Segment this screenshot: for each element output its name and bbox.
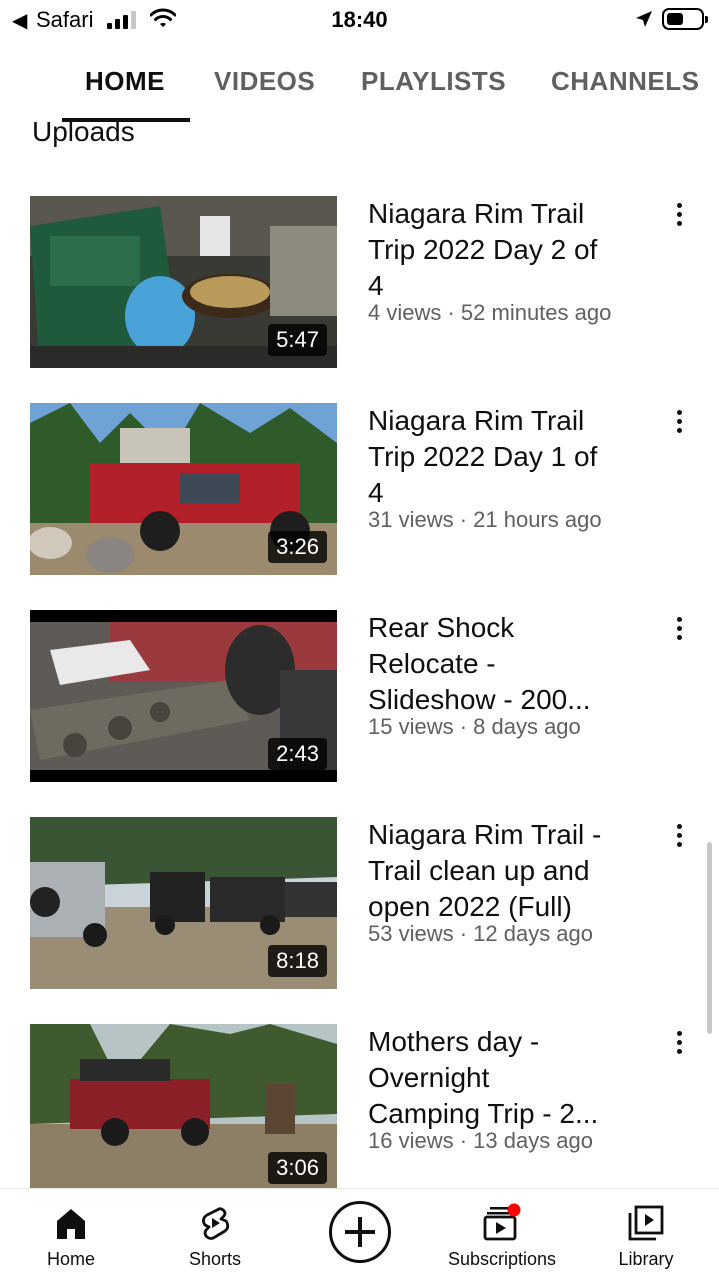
video-thumbnail[interactable]: 2:43 bbox=[30, 610, 337, 782]
video-duration: 5:47 bbox=[268, 324, 327, 356]
video-meta: 16 views · 13 days ago bbox=[368, 1128, 594, 1153]
status-bar: ◀ Safari 18:40 bbox=[0, 0, 719, 40]
video-item[interactable]: 3:06 Mothers day - Overnight Camping Tri… bbox=[0, 1024, 719, 1188]
home-icon bbox=[57, 1209, 85, 1239]
more-options-icon[interactable] bbox=[668, 821, 692, 851]
bottom-navigation: Home Shorts Subscriptions Library bbox=[0, 1188, 719, 1279]
nav-home-label: Home bbox=[46, 1249, 95, 1269]
video-item[interactable]: 5:47 Niagara Rim Trail Trip 2022 Day 2 o… bbox=[0, 196, 719, 376]
shorts-icon bbox=[202, 1207, 230, 1240]
video-thumbnail[interactable]: 5:47 bbox=[30, 196, 337, 368]
video-title[interactable]: Niagara Rim Trail Trip 2022 Day 2 of 4 bbox=[368, 196, 658, 304]
video-thumbnail[interactable]: 3:26 bbox=[30, 403, 337, 575]
library-icon bbox=[628, 1205, 664, 1241]
create-plus-icon[interactable] bbox=[329, 1201, 391, 1263]
video-item[interactable]: 8:18 Niagara Rim Trail - Trail clean up … bbox=[0, 817, 719, 997]
subscriptions-icon bbox=[483, 1203, 521, 1241]
video-duration: 2:43 bbox=[268, 738, 327, 770]
nav-subscriptions[interactable]: Subscriptions bbox=[440, 1189, 564, 1279]
video-title[interactable]: Mothers day - Overnight Camping Trip - 2… bbox=[368, 1024, 658, 1132]
video-meta: 4 views · 52 minutes ago bbox=[368, 300, 612, 325]
section-title: Uploads bbox=[32, 116, 135, 147]
video-item[interactable]: 3:26 Niagara Rim Trail Trip 2022 Day 1 o… bbox=[0, 403, 719, 583]
video-meta: 53 views · 12 days ago bbox=[368, 921, 594, 946]
more-options-icon[interactable] bbox=[668, 407, 692, 437]
battery-icon bbox=[662, 8, 708, 30]
more-options-icon[interactable] bbox=[668, 1028, 692, 1058]
video-item[interactable]: 2:43 Rear Shock Relocate - Slideshow - 2… bbox=[0, 610, 719, 790]
video-meta: 31 views · 21 hours ago bbox=[368, 507, 602, 532]
channel-tabs: HOME VIDEOS PLAYLISTS CHANNELS bbox=[0, 52, 719, 124]
tab-videos[interactable]: VIDEOS bbox=[214, 66, 315, 97]
clock: 18:40 bbox=[331, 7, 388, 32]
nav-library-label: Library bbox=[618, 1249, 674, 1269]
location-arrow-icon bbox=[636, 11, 652, 27]
video-duration: 3:06 bbox=[268, 1152, 327, 1184]
video-meta: 15 views · 8 days ago bbox=[368, 714, 581, 739]
nav-home[interactable]: Home bbox=[30, 1189, 112, 1279]
video-duration: 8:18 bbox=[268, 945, 327, 977]
scrollbar[interactable] bbox=[707, 842, 712, 1034]
video-thumbnail[interactable]: 8:18 bbox=[30, 817, 337, 989]
tab-home[interactable]: HOME bbox=[85, 66, 165, 97]
nav-shorts-label: Shorts bbox=[188, 1249, 242, 1269]
more-options-icon[interactable] bbox=[668, 614, 692, 644]
tab-playlists[interactable]: PLAYLISTS bbox=[361, 66, 506, 97]
tab-channels[interactable]: CHANNELS bbox=[551, 66, 699, 97]
video-title[interactable]: Niagara Rim Trail Trip 2022 Day 1 of 4 bbox=[368, 403, 658, 511]
nav-shorts[interactable]: Shorts bbox=[175, 1189, 255, 1279]
video-thumbnail[interactable]: 3:06 bbox=[30, 1024, 337, 1188]
nav-subscriptions-label: Subscriptions bbox=[447, 1249, 557, 1269]
nav-library[interactable]: Library bbox=[608, 1189, 684, 1279]
video-duration: 3:26 bbox=[268, 531, 327, 563]
video-title[interactable]: Niagara Rim Trail - Trail clean up and o… bbox=[368, 817, 658, 925]
video-title[interactable]: Rear Shock Relocate - Slideshow - 200... bbox=[368, 610, 658, 718]
more-options-icon[interactable] bbox=[668, 200, 692, 230]
